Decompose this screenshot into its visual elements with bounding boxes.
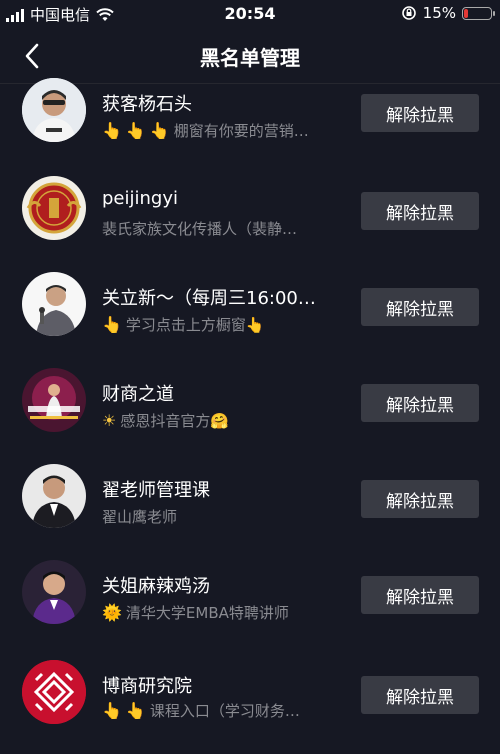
sun-face-icon: 🌞 xyxy=(102,603,122,622)
description-text: 感恩抖音官方🤗 xyxy=(120,412,230,430)
status-bar: 中国电信 20:54 15% xyxy=(0,0,500,28)
avatar[interactable] xyxy=(22,176,86,240)
list-item: 关姐麻辣鸡汤 🌞 清华大学EMBA特聘讲师 解除拉黑 xyxy=(0,560,500,658)
description-text: 裴氏家族文化传播人（裴静… xyxy=(102,220,298,238)
avatar[interactable] xyxy=(22,464,86,528)
user-name[interactable]: 博商研究院 xyxy=(102,672,342,698)
rotation-lock-icon xyxy=(401,6,416,20)
user-description: 👆 👆 👆 棚窗有你要的营销… xyxy=(102,120,342,141)
pointing-up-icon: 👆 xyxy=(102,121,122,140)
status-right: 15% xyxy=(401,4,495,22)
pointing-up-icon: 👆 xyxy=(102,315,122,334)
list-item: 关立新～（每周三16:00… 👆 学习点击上方橱窗👆 解除拉黑 xyxy=(0,272,500,370)
user-description: 裴氏家族文化传播人（裴静… xyxy=(102,218,342,239)
user-description: 🌞 清华大学EMBA特聘讲师 xyxy=(102,602,342,623)
description-text: 清华大学EMBA特聘讲师 xyxy=(125,604,289,622)
battery-icon xyxy=(462,6,495,20)
sun-icon: ☀ xyxy=(102,411,117,430)
avatar[interactable] xyxy=(22,660,86,724)
user-name[interactable]: 获客杨石头 xyxy=(102,90,342,116)
avatar[interactable] xyxy=(22,272,86,336)
avatar[interactable] xyxy=(22,78,86,142)
list-item: 博商研究院 👆 👆 课程入口（学习财务… 解除拉黑 xyxy=(0,658,500,754)
battery-level xyxy=(464,8,468,18)
avatar[interactable] xyxy=(22,560,86,624)
user-description: 翟山鹰老师 xyxy=(102,506,342,527)
unblock-button[interactable]: 解除拉黑 xyxy=(361,94,479,132)
user-name[interactable]: 关立新～（每周三16:00… xyxy=(102,284,342,310)
pointing-up-icon: 👆 xyxy=(149,121,170,140)
unblock-button[interactable]: 解除拉黑 xyxy=(361,480,479,518)
user-description: 👆 学习点击上方橱窗👆 xyxy=(102,314,342,335)
list-item: 获客杨石头 👆 👆 👆 棚窗有你要的营销… 解除拉黑 xyxy=(0,78,500,178)
page-title: 黑名单管理 xyxy=(200,46,300,70)
unblock-button[interactable]: 解除拉黑 xyxy=(361,576,479,614)
list-item: peijingyi 裴氏家族文化传播人（裴静… 解除拉黑 xyxy=(0,176,500,274)
unblock-button[interactable]: 解除拉黑 xyxy=(361,192,479,230)
description-text: 棚窗有你要的营销… xyxy=(173,122,309,140)
user-description: ☀ 感恩抖音官方🤗 xyxy=(102,410,342,431)
description-text: 翟山鹰老师 xyxy=(102,508,178,526)
unblock-button[interactable]: 解除拉黑 xyxy=(361,676,479,714)
user-name[interactable]: peijingyi xyxy=(102,188,342,209)
avatar[interactable] xyxy=(22,368,86,432)
battery-percent: 15% xyxy=(422,4,456,22)
list-item: 财商之道 ☀ 感恩抖音官方🤗 解除拉黑 xyxy=(0,368,500,466)
pointing-up-icon: 👆 xyxy=(125,121,146,140)
list-item: 翟老师管理课 翟山鹰老师 解除拉黑 xyxy=(0,464,500,562)
description-text: 学习点击上方橱窗👆 xyxy=(125,316,265,334)
unblock-button[interactable]: 解除拉黑 xyxy=(361,288,479,326)
user-name[interactable]: 关姐麻辣鸡汤 xyxy=(102,572,342,598)
unblock-button[interactable]: 解除拉黑 xyxy=(361,384,479,422)
user-name[interactable]: 翟老师管理课 xyxy=(102,476,342,502)
nav-bar: 黑名单管理 xyxy=(0,28,500,84)
user-name[interactable]: 财商之道 xyxy=(102,380,342,406)
